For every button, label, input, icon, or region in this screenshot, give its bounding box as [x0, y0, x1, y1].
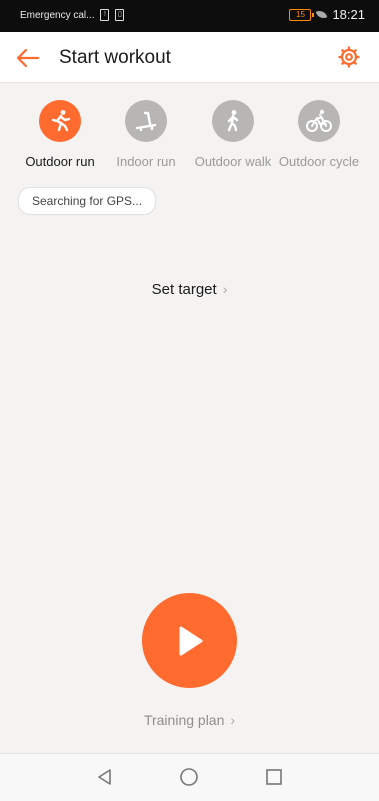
status-bar: Emergency cal... ! ▯ 15 18:21	[0, 0, 379, 32]
running-person-icon	[51, 110, 71, 132]
gear-icon	[338, 46, 360, 68]
mode-icon-circle	[125, 100, 167, 142]
mode-label: Outdoor run	[25, 154, 95, 169]
set-target-label: Set target	[151, 281, 217, 298]
start-workout-button[interactable]	[142, 593, 237, 688]
mode-label: Outdoor cycle	[278, 154, 360, 169]
battery-icon: 15	[289, 8, 315, 21]
nav-back-button[interactable]	[94, 766, 116, 788]
back-button[interactable]	[14, 44, 42, 72]
notification-icon: ▯	[115, 9, 125, 21]
play-icon	[179, 626, 202, 655]
mode-icon-circle	[298, 100, 340, 142]
chevron-right-icon: ›	[230, 712, 236, 728]
mode-label: Indoor run	[116, 154, 176, 169]
gps-status-badge: Searching for GPS...	[18, 187, 157, 215]
workout-mode-selector: Outdoor run Indoor run Outdoor walk Outd…	[0, 100, 379, 180]
app-header: Start workout	[0, 32, 379, 83]
treadmill-icon	[135, 111, 157, 132]
cyclist-icon	[306, 109, 332, 132]
circle-home-icon	[180, 768, 198, 786]
nav-recents-button[interactable]	[263, 766, 285, 788]
page-title: Start workout	[59, 47, 171, 68]
triangle-back-icon	[98, 769, 111, 785]
arrow-left-icon	[16, 48, 40, 68]
mode-indoor-run[interactable]: Indoor run	[101, 100, 191, 169]
sim-card-icon: !	[100, 9, 110, 21]
mode-outdoor-walk[interactable]: Outdoor walk	[188, 100, 278, 169]
nav-home-button[interactable]	[178, 766, 200, 788]
status-time: 18:21	[332, 7, 365, 22]
mode-icon-circle	[39, 100, 81, 142]
mode-outdoor-run[interactable]: Outdoor run	[15, 100, 105, 169]
carrier-text: Emergency cal...	[20, 9, 95, 21]
training-plan-label: Training plan	[143, 712, 225, 728]
chevron-right-icon: ›	[222, 281, 228, 297]
status-left: Emergency cal... ! ▯	[20, 9, 125, 21]
navigation-bar	[0, 753, 379, 801]
power-saving-leaf-icon	[316, 8, 328, 21]
mode-label: Outdoor walk	[194, 154, 272, 169]
status-right: 15 18:21	[289, 7, 365, 22]
settings-button[interactable]	[336, 44, 362, 70]
mode-icon-circle	[212, 100, 254, 142]
square-recents-icon	[266, 769, 282, 785]
walking-person-icon	[227, 110, 239, 132]
mode-outdoor-cycle[interactable]: Outdoor cycle	[274, 100, 364, 169]
training-plan-button[interactable]: Training plan ›	[0, 712, 379, 728]
set-target-button[interactable]: Set target ›	[0, 281, 379, 298]
